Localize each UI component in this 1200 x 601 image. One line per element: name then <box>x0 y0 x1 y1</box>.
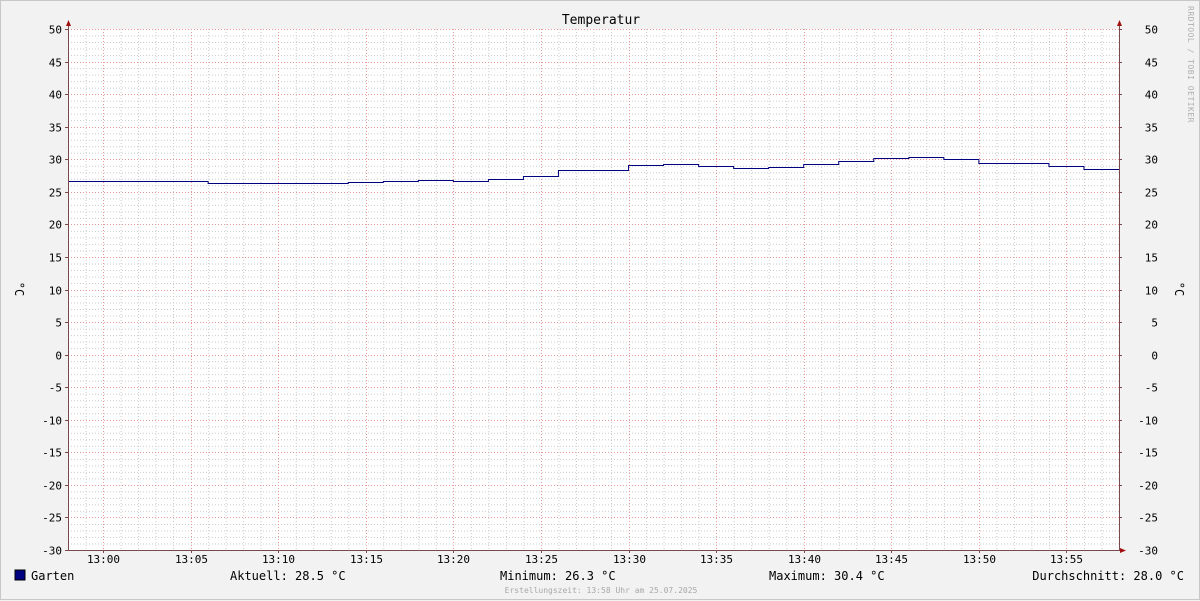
y-tick-label-right: 15 <box>1145 252 1158 265</box>
y-tick-label-left: -20 <box>42 480 62 493</box>
creation-time: Erstellungszeit: 13:58 Uhr am 25.07.2025 <box>505 586 698 595</box>
y-tick-label-left: 15 <box>49 252 62 265</box>
y-tick-label-right: 45 <box>1145 57 1158 70</box>
y-axis-right-ticks: 50454035302520151050-5-10-15-20-25-30 <box>1119 24 1158 558</box>
y-tick-label-left: -5 <box>49 382 62 395</box>
stat-average: Durchschnitt: 28.0 °C <box>1032 569 1184 583</box>
y-tick-label-left: 20 <box>49 219 62 232</box>
x-tick-label: 13:45 <box>875 553 908 566</box>
y-tick-label-right: 30 <box>1145 154 1158 167</box>
y-tick-label-left: 0 <box>55 350 62 363</box>
y-tick-label-right: 35 <box>1145 122 1158 135</box>
y-axis-left-ticks: 50454035302520151050-5-10-15-20-25-30 <box>42 24 68 558</box>
x-tick-label: 13:50 <box>963 553 996 566</box>
y-tick-label-left: 45 <box>49 57 62 70</box>
x-axis-ticks: 13:00 13:05 13:10 13:15 13:20 13:25 13:30 13:35… <box>87 550 1083 566</box>
y-tick-label-left: 40 <box>49 89 62 102</box>
y-tick-label-left: 35 <box>49 122 62 135</box>
y-tick-label-left: -30 <box>42 545 62 558</box>
y-tick-label-right: -20 <box>1138 480 1158 493</box>
chart-frame: 50 45 40 35 30 25 20 15 10 5 0 -5 -10 -15 -20 -25 -30 50… <box>0 0 1200 600</box>
x-tick-label: 13:10 <box>262 553 295 566</box>
y-tick-label-left: 10 <box>49 285 62 298</box>
temperature-chart: 50454035302520151050-5-10-15-20-25-30 50… <box>12 6 1195 595</box>
y-tick-label-left: -10 <box>42 415 62 428</box>
y-tick-label-right: 40 <box>1145 89 1158 102</box>
y-tick-label-right: -10 <box>1138 415 1158 428</box>
legend-swatch <box>14 569 26 581</box>
y-axis-label-left: °C <box>12 282 26 296</box>
y-tick-label-right: -30 <box>1138 545 1158 558</box>
x-tick-label: 13:15 <box>350 553 383 566</box>
y-tick-label-left: -15 <box>42 447 62 460</box>
x-tick-label: 13:25 <box>525 553 558 566</box>
stat-current: Aktuell: 28.5 °C <box>230 569 346 583</box>
x-tick-label: 13:55 <box>1050 553 1083 566</box>
y-tick-label-right: -5 <box>1145 382 1158 395</box>
x-tick-label: 13:40 <box>788 553 821 566</box>
y-tick-label-right: 5 <box>1151 317 1158 330</box>
x-tick-label: 13:05 <box>175 553 208 566</box>
chart-title: Temperatur <box>562 13 640 28</box>
x-tick-label: 13:00 <box>87 553 120 566</box>
y-tick-label-right: -15 <box>1138 447 1158 460</box>
watermark: RRDTOOL / TOBI OETIKER <box>1186 6 1195 123</box>
stat-maximum: Maximum: 30.4 °C <box>769 569 885 583</box>
y-tick-label-right: 50 <box>1145 24 1158 37</box>
y-tick-label-right: 20 <box>1145 219 1158 232</box>
stat-minimum: Minimum: 26.3 °C <box>500 569 616 583</box>
x-axis-arrow <box>1120 548 1126 553</box>
x-tick-label: 13:35 <box>700 553 733 566</box>
y-tick-label-right: 25 <box>1145 187 1158 200</box>
y-tick-label-right: 10 <box>1145 285 1158 298</box>
y-tick-label-left: -25 <box>42 512 62 525</box>
y-axis-left-arrow <box>66 20 71 26</box>
x-tick-label: 13:20 <box>437 553 470 566</box>
y-tick-label-left: 50 <box>49 24 62 37</box>
legend-label: Garten <box>31 569 74 583</box>
y-tick-label-left: 25 <box>49 187 62 200</box>
y-axis-label-right: °C <box>1172 282 1186 296</box>
y-tick-label-right: -25 <box>1138 512 1158 525</box>
x-tick-label: 13:30 <box>613 553 646 566</box>
y-axis-right-arrow <box>1117 20 1122 26</box>
y-tick-label-left: 30 <box>49 154 62 167</box>
y-tick-label-right: 0 <box>1151 350 1158 363</box>
y-tick-label-left: 5 <box>55 317 62 330</box>
